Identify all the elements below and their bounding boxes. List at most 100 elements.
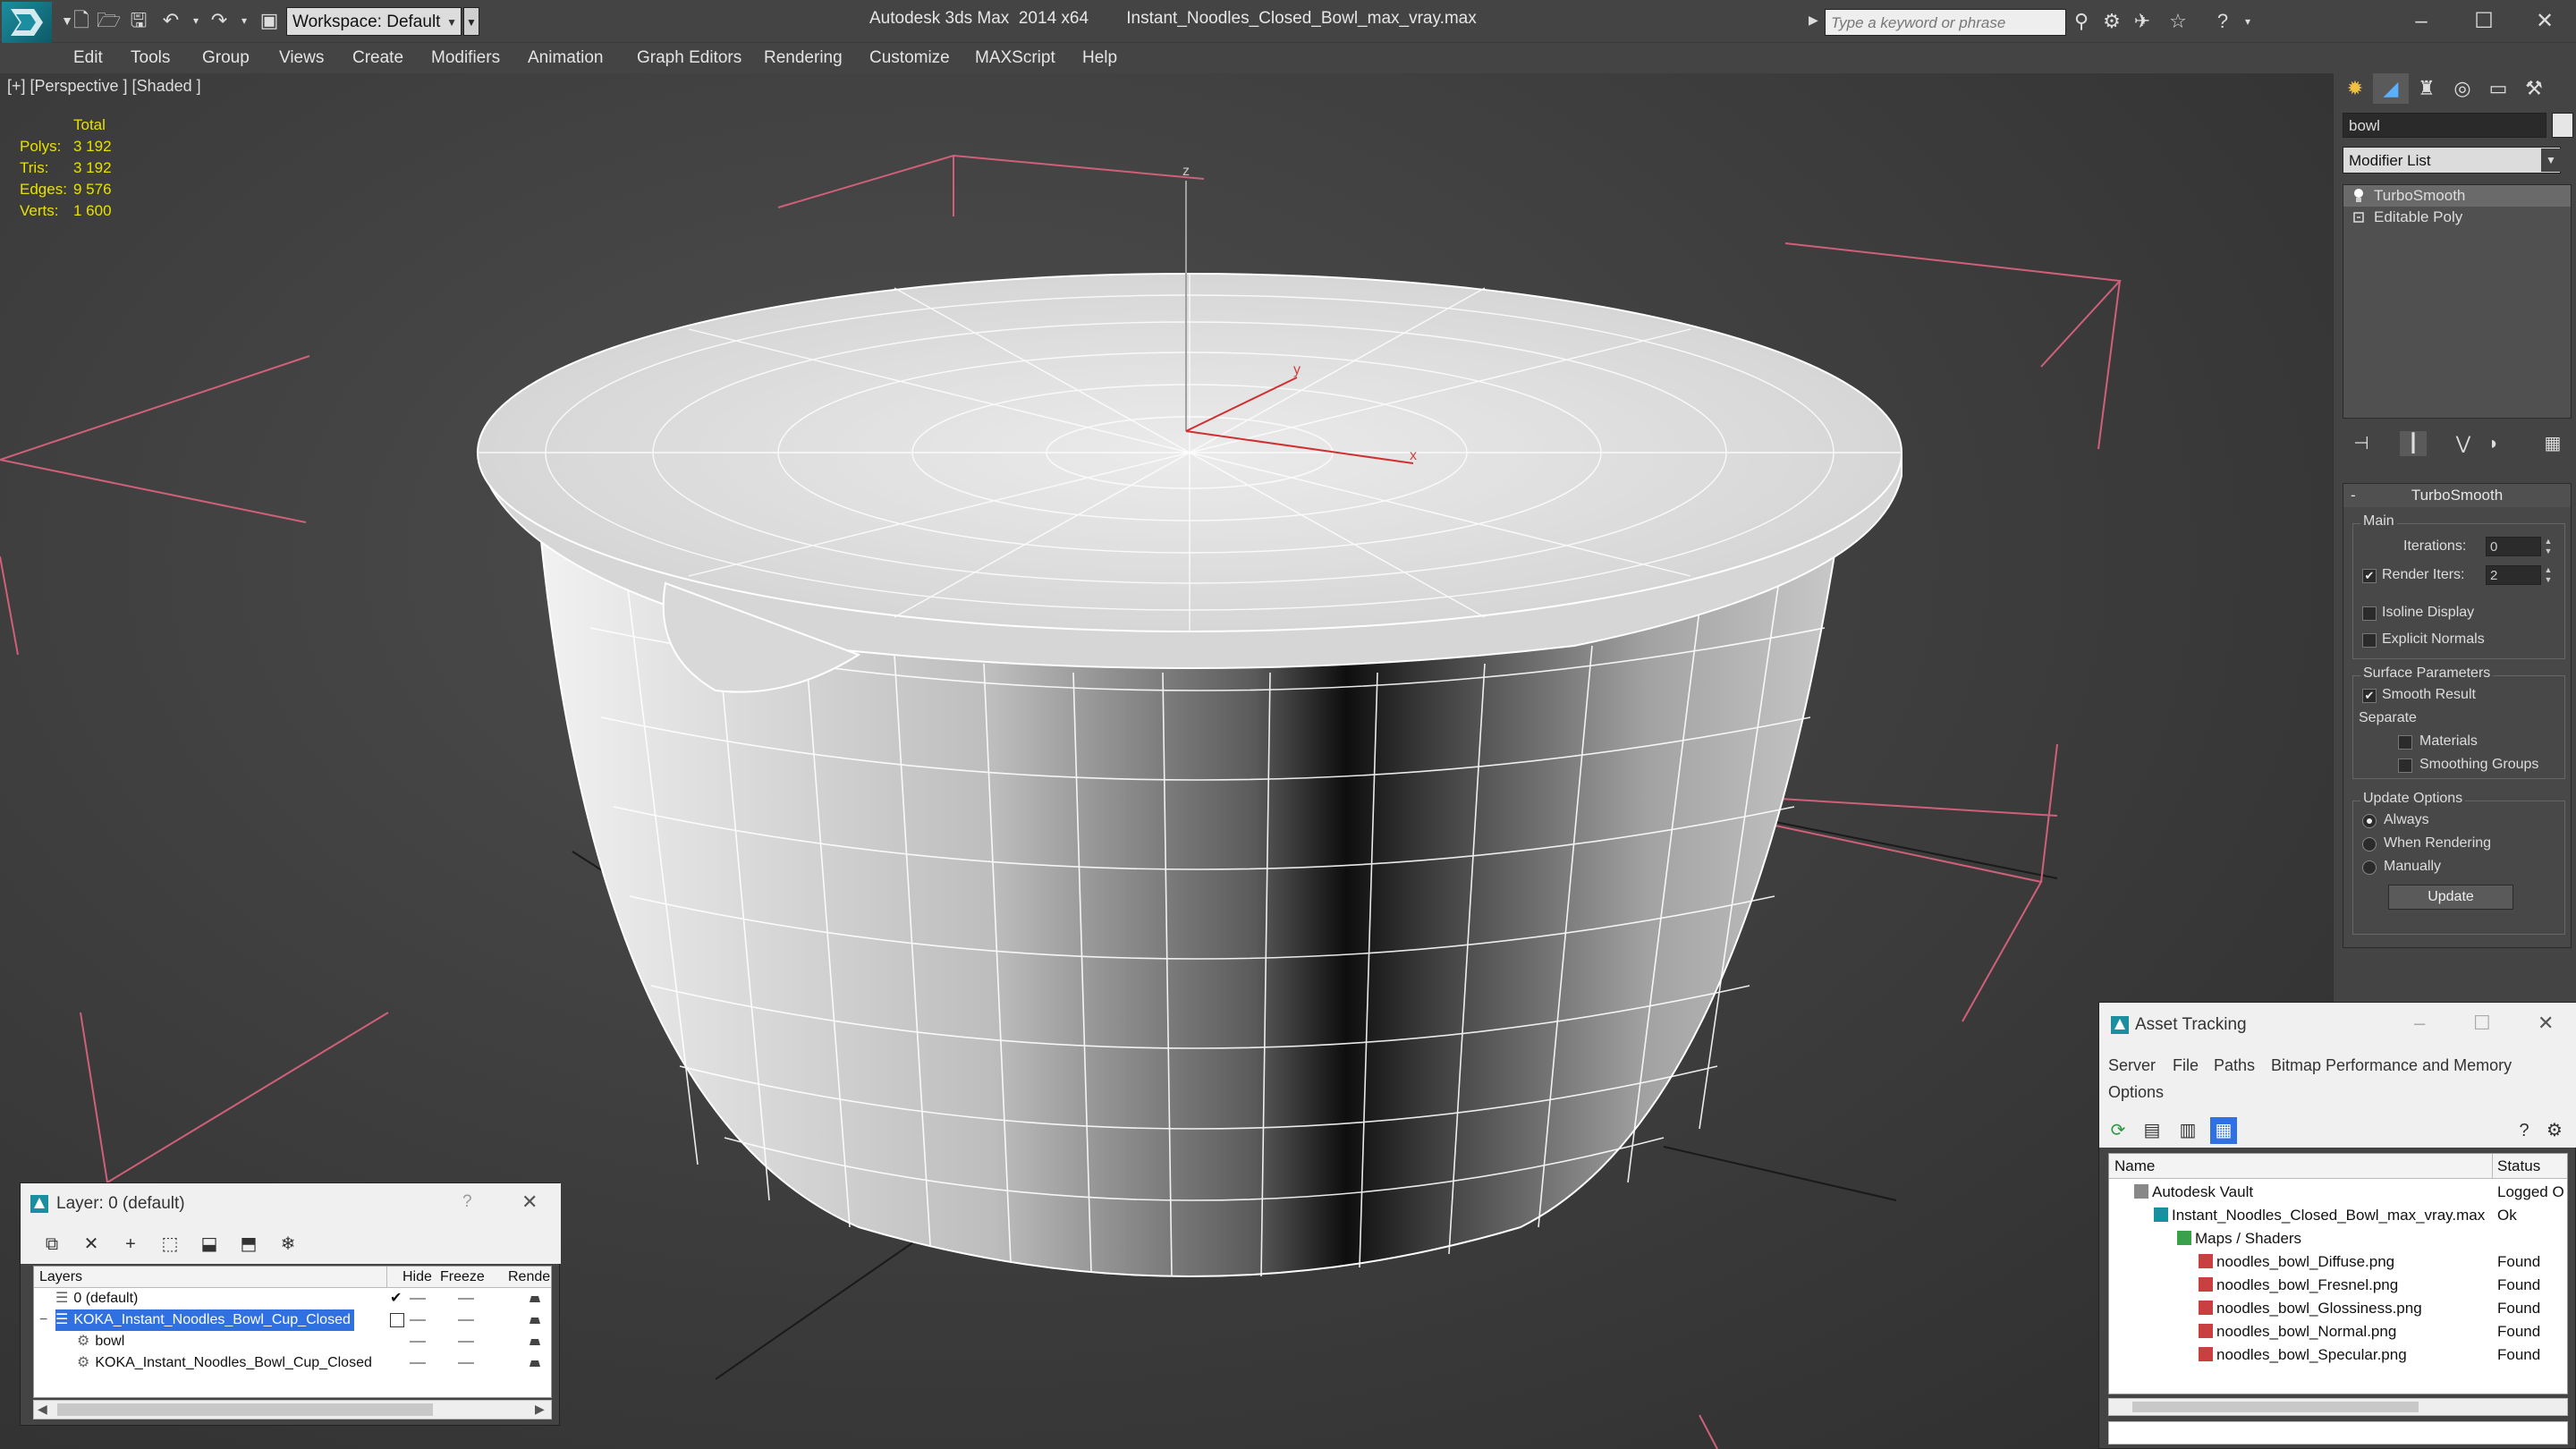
layer-row-default[interactable]: ☰ 0 (default) ✔: [34, 1288, 551, 1309]
asset-row-diffuse[interactable]: noodles_bowl_Diffuse.png Found: [2109, 1250, 2567, 1274]
hide-all-layers-icon[interactable]: ⬒: [235, 1232, 262, 1257]
menu-group[interactable]: Group: [202, 48, 250, 68]
project-folder-icon[interactable]: ▣: [258, 9, 281, 32]
viewport-label[interactable]: [+] [Perspective ] [Shaded ]: [7, 77, 201, 96]
manually-radio[interactable]: [2362, 860, 2377, 875]
hide-toggle[interactable]: [410, 1362, 426, 1364]
render-iters-checkbox[interactable]: ✔: [2362, 569, 2377, 583]
asset-menu-server[interactable]: Server: [2108, 1056, 2156, 1075]
new-file-icon[interactable]: 🗋: [70, 9, 93, 32]
undo-dropdown-icon[interactable]: ▾: [184, 9, 208, 32]
minimize-icon[interactable]: –: [2414, 1012, 2425, 1035]
stack-item-turbosmooth[interactable]: TurboSmooth: [2343, 185, 2571, 207]
workspace-dropdown[interactable]: Workspace: Default ▼: [286, 7, 462, 36]
freeze-toggle[interactable]: [458, 1362, 474, 1364]
menu-views[interactable]: Views: [279, 48, 324, 68]
configure-modifier-sets-icon[interactable]: ▦: [2539, 431, 2566, 456]
modify-tab-icon[interactable]: ◢: [2373, 73, 2409, 104]
when-rendering-radio[interactable]: [2362, 837, 2377, 852]
asset-horizontal-scrollbar[interactable]: [2108, 1398, 2568, 1416]
menu-rendering[interactable]: Rendering: [764, 48, 843, 68]
scroll-left-icon[interactable]: ◀: [38, 1402, 47, 1417]
close-icon[interactable]: ✕: [2538, 1012, 2554, 1035]
col-status-header[interactable]: Status: [2497, 1157, 2540, 1175]
subscription-icon[interactable]: ⚙: [2098, 9, 2125, 34]
collapse-icon[interactable]: -: [2351, 484, 2356, 507]
layer-dialog-title-bar[interactable]: Layer: 0 (default) ? ✕: [21, 1183, 561, 1224]
col-freeze-header[interactable]: Freeze: [440, 1269, 485, 1285]
layer-row-bowl[interactable]: ⚙ bowl: [34, 1331, 551, 1352]
motion-tab-icon[interactable]: ◎: [2445, 73, 2480, 104]
asset-tracking-title-bar[interactable]: Asset Tracking – ☐ ✕: [2099, 1003, 2576, 1047]
hierarchy-tab-icon[interactable]: ♜: [2409, 73, 2445, 104]
col-hide-header[interactable]: Hide: [402, 1269, 432, 1285]
iterations-spinner[interactable]: 0: [2486, 537, 2541, 556]
menu-maxscript[interactable]: MAXScript: [975, 48, 1055, 68]
favorites-star-icon[interactable]: ☆: [2165, 9, 2191, 34]
modifier-list-dropdown[interactable]: Modifier List: [2343, 147, 2561, 174]
utilities-tab-icon[interactable]: ⚒: [2516, 73, 2552, 104]
freeze-all-layers-icon[interactable]: ❄: [275, 1232, 301, 1257]
maximize-icon[interactable]: ☐: [2473, 1012, 2491, 1035]
close-icon[interactable]: ✕: [2513, 4, 2576, 39]
scrollbar-thumb[interactable]: [2132, 1402, 2419, 1412]
menu-create[interactable]: Create: [352, 48, 403, 68]
layer-row-koka[interactable]: − ☰ KOKA_Instant_Noodles_Bowl_Cup_Closed: [34, 1309, 551, 1331]
asset-row-max-file[interactable]: Instant_Noodles_Closed_Bowl_max_vray.max…: [2109, 1204, 2567, 1227]
expand-box-icon[interactable]: [2352, 209, 2365, 225]
table-view-icon[interactable]: ▦: [2210, 1117, 2237, 1144]
search-input[interactable]: Type a keyword or phrase: [1825, 9, 2066, 36]
asset-row-specular[interactable]: noodles_bowl_Specular.png Found: [2109, 1343, 2567, 1367]
display-tab-icon[interactable]: ▭: [2480, 73, 2516, 104]
menu-tools[interactable]: Tools: [131, 48, 170, 68]
col-name-header[interactable]: Name: [2114, 1157, 2155, 1175]
asset-menu-options[interactable]: Options: [2108, 1083, 2164, 1102]
search-expand-icon[interactable]: ▶: [1809, 13, 1818, 28]
active-layer-checkbox[interactable]: [390, 1313, 404, 1327]
hide-toggle[interactable]: [410, 1341, 426, 1343]
scroll-right-icon[interactable]: ▶: [535, 1402, 545, 1417]
redo-icon[interactable]: ↷: [208, 9, 231, 32]
render-teapot-icon[interactable]: [528, 1356, 542, 1368]
freeze-toggle[interactable]: [458, 1341, 474, 1343]
undo-icon[interactable]: ↶: [159, 9, 182, 32]
hide-toggle[interactable]: [410, 1319, 426, 1321]
asset-menu-file[interactable]: File: [2173, 1056, 2199, 1075]
detail-view-icon[interactable]: ▥: [2174, 1117, 2201, 1144]
collapse-icon[interactable]: −: [39, 1309, 47, 1331]
smooth-result-checkbox[interactable]: ✔: [2362, 689, 2377, 703]
chevron-down-icon[interactable]: ▼: [2541, 148, 2561, 172]
refresh-icon[interactable]: ⟳: [2105, 1117, 2131, 1144]
render-iters-spinner[interactable]: 2: [2486, 565, 2541, 585]
light-bulb-icon[interactable]: [2352, 188, 2365, 204]
update-button[interactable]: Update: [2388, 885, 2513, 910]
stack-item-editable-poly[interactable]: Editable Poly: [2343, 207, 2571, 228]
asset-row-normal[interactable]: noodles_bowl_Normal.png Found: [2109, 1320, 2567, 1343]
smoothing-groups-checkbox[interactable]: [2398, 758, 2412, 773]
render-teapot-icon[interactable]: [528, 1292, 542, 1304]
object-color-swatch[interactable]: [2552, 113, 2573, 138]
create-tab-icon[interactable]: ✹: [2337, 73, 2373, 104]
materials-checkbox[interactable]: [2398, 735, 2412, 750]
close-icon[interactable]: ✕: [521, 1191, 538, 1214]
asset-row-maps-shaders[interactable]: Maps / Shaders: [2109, 1227, 2567, 1250]
settings-icon[interactable]: ⚙: [2541, 1117, 2568, 1144]
menu-edit[interactable]: Edit: [73, 48, 103, 68]
menu-customize[interactable]: Customize: [869, 48, 950, 68]
explicit-normals-checkbox[interactable]: [2362, 633, 2377, 648]
make-unique-icon[interactable]: ⋁: [2450, 431, 2477, 456]
help-icon[interactable]: ?: [2511, 1117, 2538, 1144]
help-dropdown-icon[interactable]: ▾: [2234, 9, 2261, 34]
highlight-layer-icon[interactable]: ⬓: [196, 1232, 223, 1257]
render-teapot-icon[interactable]: [528, 1313, 542, 1326]
hide-toggle[interactable]: [410, 1298, 426, 1300]
add-to-layer-icon[interactable]: +: [117, 1232, 144, 1257]
asset-row-fresnel[interactable]: noodles_bowl_Fresnel.png Found: [2109, 1274, 2567, 1297]
show-end-result-icon[interactable]: ┃: [2400, 431, 2427, 456]
redo-dropdown-icon[interactable]: ▾: [233, 9, 256, 32]
col-layers-header[interactable]: Layers: [39, 1269, 82, 1285]
asset-menu-bitmap-performance[interactable]: Bitmap Performance and Memory: [2271, 1056, 2512, 1075]
menu-modifiers[interactable]: Modifiers: [431, 48, 500, 68]
binoculars-icon[interactable]: ⚲: [2068, 9, 2095, 34]
spinner-arrows-icon[interactable]: ▲ ▼: [2543, 565, 2554, 585]
